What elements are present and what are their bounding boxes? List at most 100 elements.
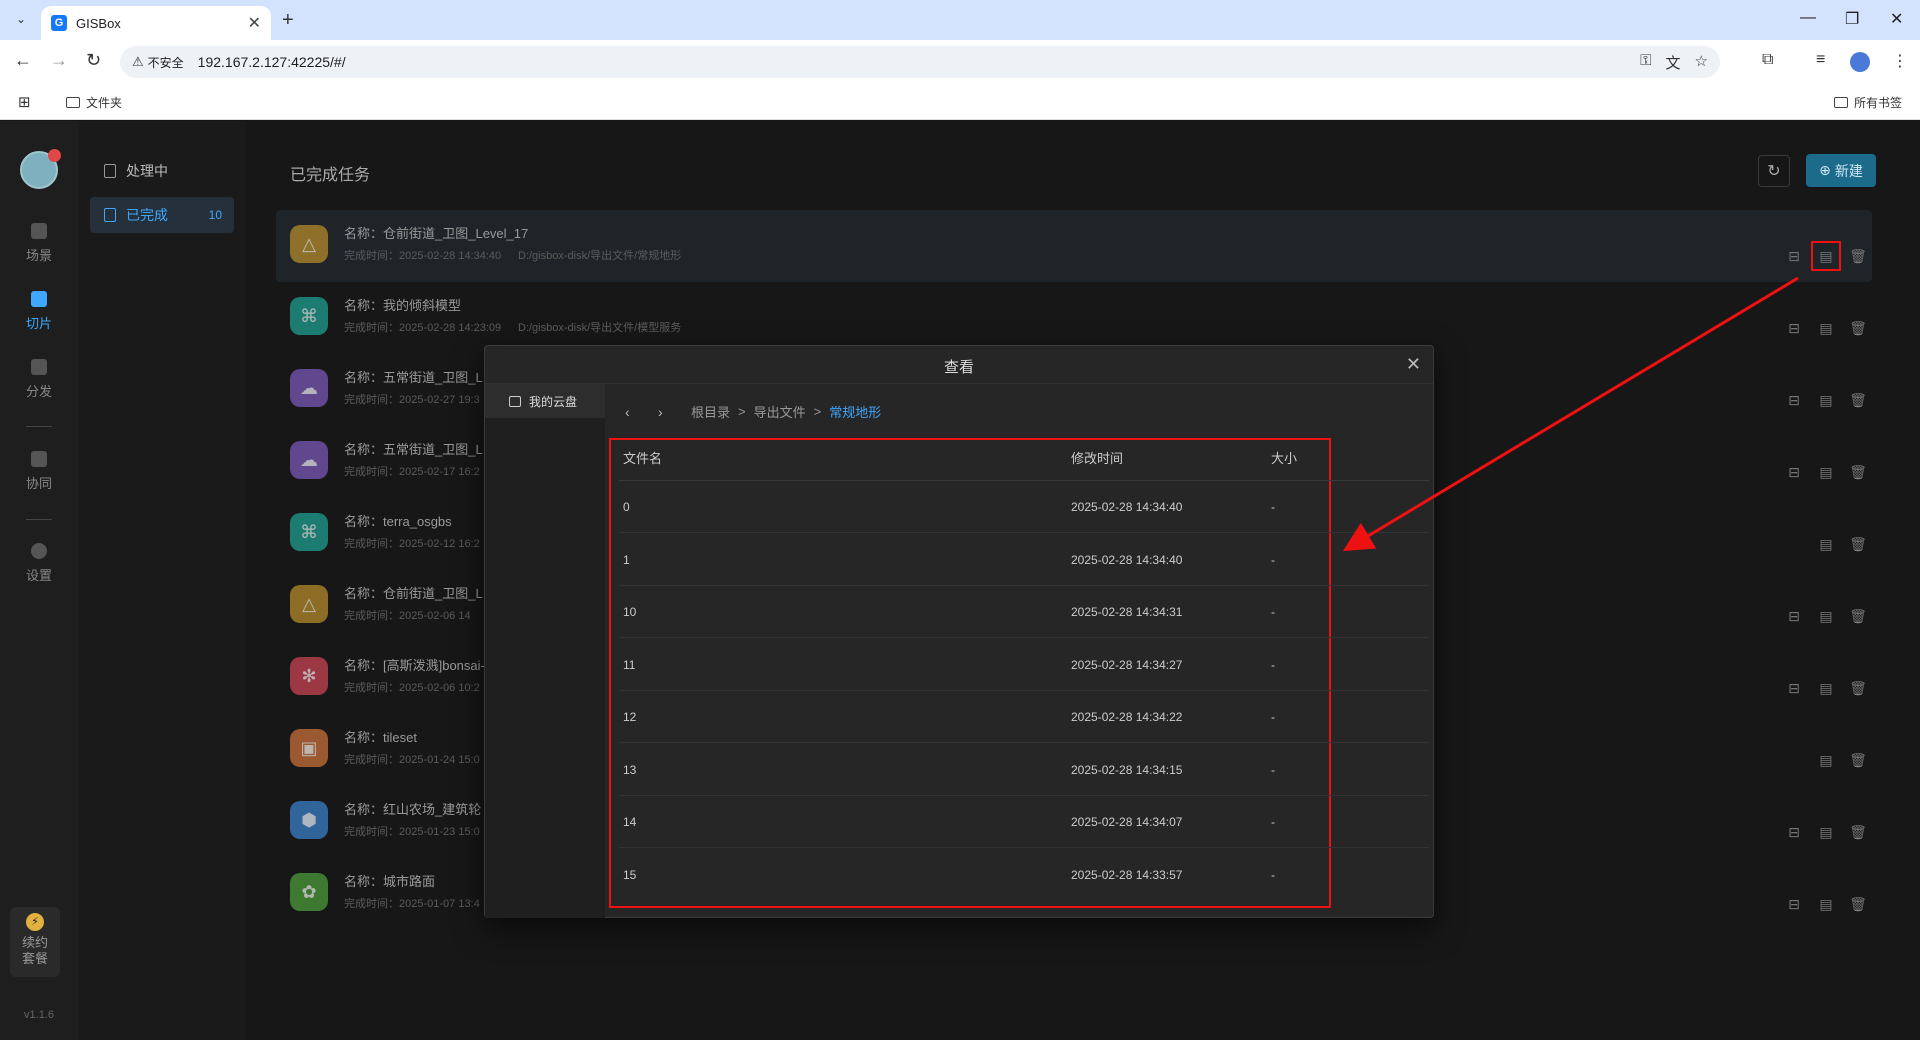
reload-icon[interactable]: ↻: [86, 50, 101, 71]
new-task-button[interactable]: ⊕ 新建: [1806, 154, 1876, 187]
publish-service-icon[interactable]: ⊟: [1786, 608, 1802, 624]
all-bookmarks[interactable]: 所有书签: [1834, 94, 1902, 111]
table-row[interactable]: 12 2025-02-28 14:34:22 -: [619, 691, 1429, 743]
back-icon[interactable]: ←: [14, 50, 32, 71]
task-actions: ⊟ ▤ 🗑: [1786, 608, 1867, 624]
table-row[interactable]: 11 2025-02-28 14:34:27 -: [619, 639, 1429, 691]
password-key-icon[interactable]: ⚿: [1640, 52, 1651, 73]
delete-icon[interactable]: 🗑: [1849, 464, 1867, 480]
tab-close-icon[interactable]: ✕: [248, 13, 261, 33]
restore-icon[interactable]: ❐: [1845, 9, 1859, 29]
table-row[interactable]: 13 2025-02-28 14:34:15 -: [619, 744, 1429, 796]
terrain-icon: △: [290, 585, 328, 623]
file-name[interactable]: 14: [623, 815, 1071, 829]
my-cloud-disk-label: 我的云盘: [529, 394, 578, 409]
task-finish-time: 完成时间：2025-02-28 14:34:40: [344, 250, 502, 262]
delete-icon[interactable]: 🗑: [1849, 680, 1867, 696]
table-row[interactable]: 0 2025-02-28 14:34:40 -: [619, 481, 1429, 533]
table-row[interactable]: 10 2025-02-28 14:34:31 -: [619, 586, 1429, 638]
task-row[interactable]: ⌘ 名称：我的倾斜模型 完成时间：2025-02-28 14:23:09 D:/gis…: [276, 282, 1872, 354]
bookmark-star-icon[interactable]: ☆: [1695, 52, 1708, 73]
file-name[interactable]: 10: [623, 605, 1071, 619]
minimize-icon[interactable]: —: [1800, 9, 1816, 27]
table-row[interactable]: 15 2025-02-28 14:33:57 -: [623, 849, 1423, 901]
file-name[interactable]: 13: [623, 763, 1071, 777]
table-row[interactable]: 1 2025-02-28 14:34:40 -: [619, 534, 1429, 586]
nav-settings[interactable]: 设置: [0, 543, 78, 584]
translate-icon[interactable]: 文: [1666, 52, 1681, 73]
address-bar[interactable]: ⚠ 不安全 192.167.2.127:42225/#/ ⚿ 文 ☆: [120, 46, 1720, 78]
new-tab-icon[interactable]: +: [282, 9, 294, 32]
publish-service-icon[interactable]: ⊟: [1786, 392, 1802, 408]
delete-icon[interactable]: 🗑: [1849, 608, 1867, 624]
delete-icon[interactable]: 🗑: [1849, 824, 1867, 840]
view-files-icon[interactable]: ▤: [1818, 320, 1834, 336]
subnav-processing[interactable]: 处理中: [90, 153, 234, 189]
delete-icon[interactable]: 🗑: [1849, 392, 1867, 408]
task-finish-time: 完成时间：2025-01-24 15:0: [344, 754, 480, 766]
view-files-icon[interactable]: ▤: [1818, 680, 1834, 696]
renew-plan-button[interactable]: ⚡ 续约 套餐: [10, 907, 60, 977]
header-size[interactable]: 大小: [1271, 448, 1351, 467]
profile-avatar-icon[interactable]: [1850, 52, 1870, 72]
dialog-close-icon[interactable]: ✕: [1406, 354, 1421, 375]
view-files-icon[interactable]: ▤: [1818, 464, 1834, 480]
view-files-icon[interactable]: ▤: [1818, 608, 1834, 624]
page-title: 已完成任务: [290, 167, 371, 184]
publish-service-icon[interactable]: ⊟: [1786, 464, 1802, 480]
table-row[interactable]: 14 2025-02-28 14:34:07 -: [619, 796, 1429, 848]
delete-icon[interactable]: 🗑: [1849, 896, 1867, 912]
cloud-disk-icon: [509, 395, 521, 407]
tab-search-dropdown-icon[interactable]: ⌄: [10, 8, 32, 30]
view-files-icon[interactable]: ▤: [1818, 536, 1834, 552]
view-files-icon[interactable]: ▤: [1818, 896, 1834, 912]
subnav-completed[interactable]: 已完成 10: [90, 197, 234, 233]
security-label[interactable]: 不安全: [148, 54, 184, 71]
file-name[interactable]: 12: [623, 710, 1071, 724]
file-name[interactable]: 15: [623, 868, 1071, 882]
header-modified[interactable]: 修改时间: [1071, 448, 1271, 467]
browser-tab[interactable]: G GISBox ✕: [41, 6, 271, 40]
view-files-icon[interactable]: ▤: [1811, 241, 1841, 271]
breadcrumb-root[interactable]: 根目录: [691, 402, 730, 421]
delete-icon[interactable]: 🗑: [1849, 248, 1867, 264]
refresh-button[interactable]: ↻: [1758, 155, 1790, 187]
window-close-icon[interactable]: ✕: [1890, 9, 1903, 29]
my-cloud-disk-item[interactable]: 我的云盘: [485, 384, 605, 418]
bookmark-folder[interactable]: 文件夹: [66, 94, 122, 111]
view-files-icon[interactable]: ▤: [1818, 824, 1834, 840]
extensions-icon[interactable]: ⧉: [1762, 51, 1773, 69]
publish-service-icon[interactable]: ⊟: [1786, 248, 1802, 264]
publish-service-icon[interactable]: ⊟: [1786, 680, 1802, 696]
file-name[interactable]: 0: [623, 500, 1071, 514]
task-row[interactable]: △ 名称：仓前街道_卫图_Level_17 完成时间：2025-02-28 14:3…: [276, 210, 1872, 282]
file-modified-time: 2025-02-28 14:34:07: [1071, 815, 1183, 829]
nav-slice[interactable]: 切片: [0, 291, 78, 332]
nav-collab[interactable]: 协同: [0, 451, 78, 492]
header-filename[interactable]: 文件名: [623, 448, 1071, 467]
forward-chevron-icon[interactable]: ›: [658, 404, 678, 420]
media-icon[interactable]: ≡: [1816, 51, 1825, 69]
delete-icon[interactable]: 🗑: [1849, 752, 1867, 768]
file-name[interactable]: 11: [623, 658, 1071, 672]
url-text[interactable]: 192.167.2.127:42225/#/: [198, 54, 346, 70]
breadcrumb-export[interactable]: 导出文件: [754, 402, 806, 421]
view-files-icon[interactable]: ▤: [1818, 752, 1834, 768]
delete-icon[interactable]: 🗑: [1849, 536, 1867, 552]
apps-grid-icon[interactable]: ⊞: [18, 93, 31, 111]
publish-service-icon[interactable]: ⊟: [1786, 824, 1802, 840]
view-files-icon[interactable]: ▤: [1818, 392, 1834, 408]
menu-kebab-icon[interactable]: ⋮: [1892, 51, 1908, 71]
back-chevron-icon[interactable]: ‹: [625, 404, 645, 420]
dialog-title: 查看: [943, 359, 974, 376]
delete-icon[interactable]: 🗑: [1849, 320, 1867, 336]
nav-scene[interactable]: 场景: [0, 223, 78, 264]
nav-slice-label: 切片: [25, 316, 52, 331]
file-name[interactable]: 1: [623, 553, 1071, 567]
task-name: 名称：城市路面: [344, 874, 436, 889]
forward-icon[interactable]: →: [50, 50, 68, 71]
nav-distribute[interactable]: 分发: [0, 359, 78, 400]
publish-service-icon[interactable]: ⊟: [1786, 896, 1802, 912]
publish-service-icon[interactable]: ⊟: [1786, 320, 1802, 336]
document-check-icon: [104, 208, 116, 222]
